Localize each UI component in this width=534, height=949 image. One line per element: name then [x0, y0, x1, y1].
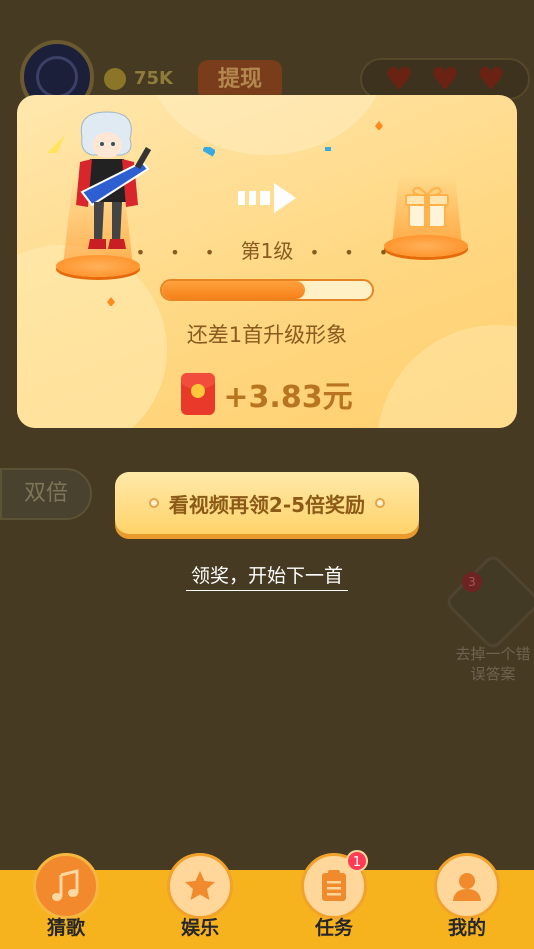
progress-fill: [162, 281, 305, 299]
person-icon: [453, 873, 481, 901]
nav-label: 猜歌: [46, 917, 85, 939]
gift-box-icon: [405, 186, 449, 228]
upgrade-requirement-text: 还差1首升级形象: [186, 323, 348, 347]
decor-dot-icon: [148, 498, 159, 508]
heart-icon: ♥: [430, 60, 460, 98]
heart-icon: ♥: [384, 60, 414, 98]
level-label: 第1级: [240, 239, 294, 263]
nav-item-profile[interactable]: 我的: [432, 853, 502, 940]
record-disc-icon: [36, 56, 78, 98]
level-indicator: • • • 第1级 • • •: [135, 239, 399, 263]
hint-button[interactable]: [443, 552, 534, 652]
confetti-icon: [203, 147, 215, 157]
task-list-icon: [322, 870, 346, 901]
confetti-icon: [107, 297, 115, 306]
nav-item-entertainment[interactable]: 娱乐: [165, 853, 235, 940]
notification-badge: 1: [346, 850, 368, 872]
level-progress-bar: [160, 279, 374, 301]
nav-label: 任务: [314, 917, 353, 939]
level-progress-card: • • • 第1级 • • • 还差1首升级形象 +3.83元: [17, 95, 517, 428]
nav-label: 娱乐: [180, 917, 219, 939]
heart-icon: ♥: [476, 60, 506, 98]
nav-item-tasks[interactable]: 1 任务: [299, 850, 369, 940]
red-packet-icon: [181, 373, 216, 415]
watch-video-bonus-button[interactable]: 看视频再领2-5倍奖励: [115, 472, 419, 534]
confetti-icon: [325, 147, 331, 151]
confetti-icon: [375, 121, 383, 130]
music-note-icon: [52, 869, 79, 901]
hint-label: 去掉一个错误答案: [455, 645, 531, 683]
double-button[interactable]: 双倍: [0, 468, 92, 520]
arrow-right-icon: [238, 183, 296, 213]
coin-balance: 75K: [134, 68, 173, 89]
reward-row: +3.83元: [17, 372, 517, 416]
reward-amount: +3.83元: [223, 380, 353, 415]
nav-label: 我的: [447, 917, 486, 939]
nav-item-guess-song[interactable]: 猜歌: [31, 853, 101, 940]
decor-dot-icon: [375, 498, 386, 508]
star-icon: [185, 871, 215, 900]
coin-icon: [104, 68, 126, 90]
lives-indicator: ♥ ♥ ♥: [360, 58, 530, 100]
claim-next-song-link[interactable]: 领奖，开始下一首: [186, 561, 348, 591]
withdraw-button[interactable]: 提现: [198, 60, 282, 100]
hint-count-badge: 3: [462, 572, 482, 592]
bottom-nav: 猜歌 娱乐 1 任务 我的: [0, 850, 534, 949]
